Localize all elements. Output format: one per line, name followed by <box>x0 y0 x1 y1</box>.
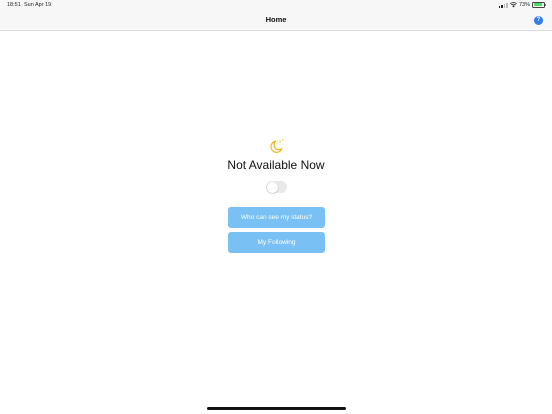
app-screen: 18:51 Sun Apr 19 73% Home ? z z Not Avai… <box>0 0 552 414</box>
status-date: Sun Apr 19 <box>24 2 52 8</box>
availability-status-text: Not Available Now <box>227 158 325 172</box>
my-following-button[interactable]: My Following <box>228 232 325 253</box>
battery-level <box>533 3 542 6</box>
status-bar: 18:51 Sun Apr 19 73% <box>0 0 552 12</box>
who-can-see-status-button[interactable]: Who can see my status? <box>228 207 325 228</box>
home-indicator[interactable] <box>207 407 346 410</box>
availability-toggle[interactable] <box>266 181 287 193</box>
svg-text:z: z <box>282 137 284 141</box>
signal-icon <box>498 2 508 8</box>
battery-percent: 73% <box>518 1 530 8</box>
battery-icon <box>532 1 546 8</box>
status-time: 18:51 <box>7 2 21 8</box>
help-button[interactable]: ? <box>534 16 543 25</box>
svg-text:z: z <box>279 139 281 143</box>
navigation-bar: Home ? <box>0 12 552 31</box>
toggle-knob <box>266 181 278 193</box>
moon-sleep-icon: z z <box>270 137 284 153</box>
wifi-icon <box>509 1 517 7</box>
status-indicators: 73% <box>498 1 546 8</box>
page-title: Home <box>265 15 287 24</box>
